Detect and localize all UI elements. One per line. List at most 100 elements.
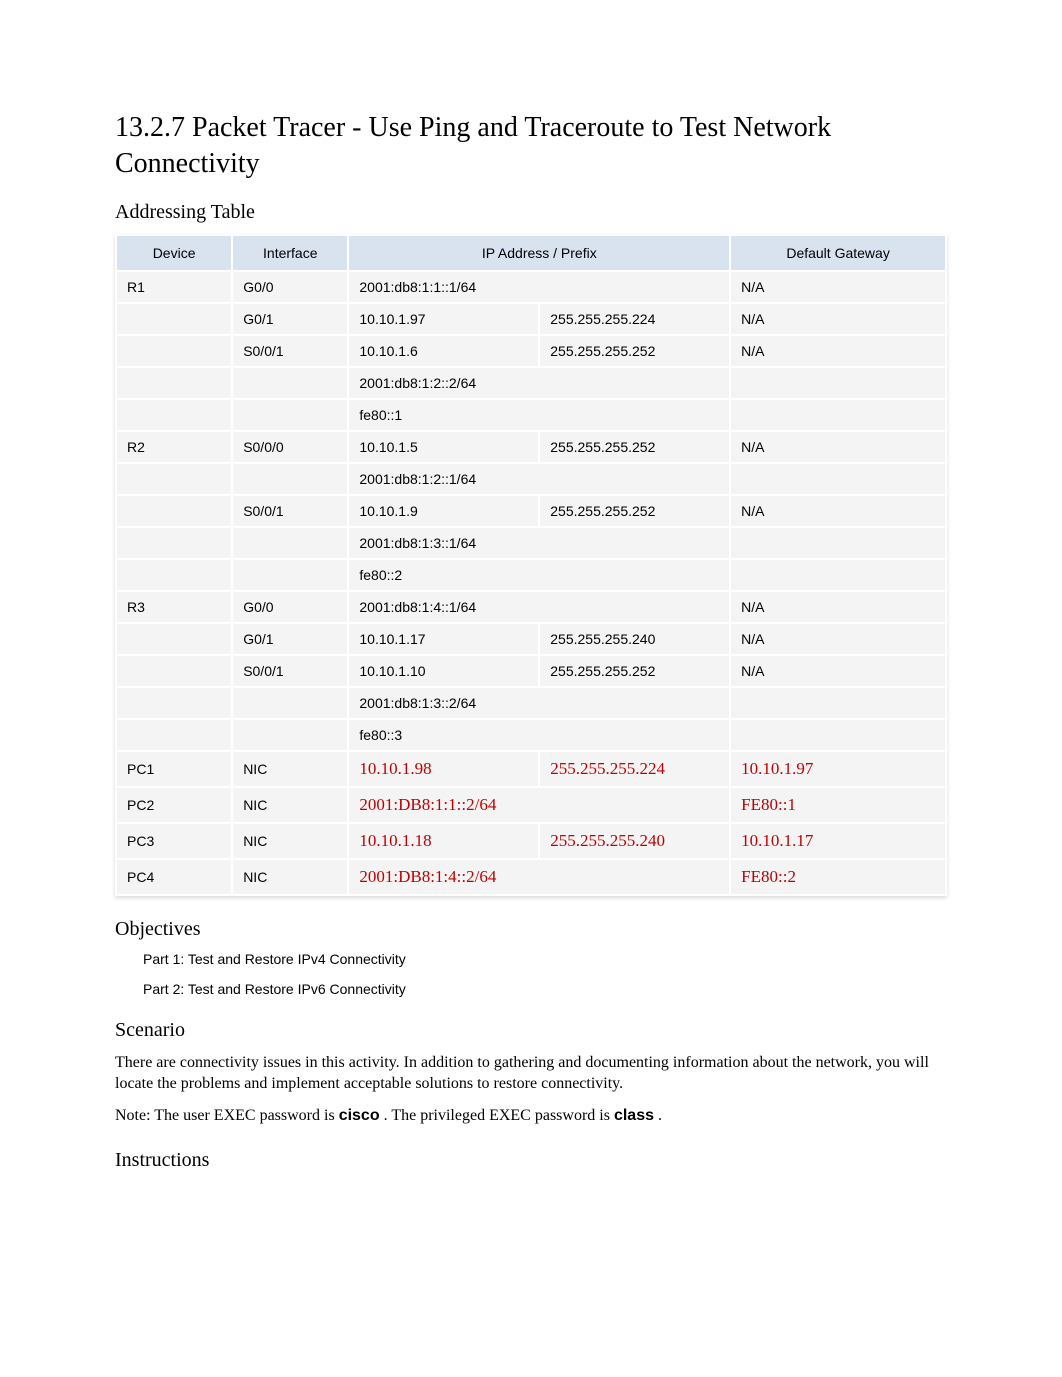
cell-ip-address: fe80::2 xyxy=(348,559,730,591)
table-row: 2001:db8:1:3::1/64 xyxy=(116,527,946,559)
cell-gateway: N/A xyxy=(730,655,946,687)
cell-gateway: N/A xyxy=(730,303,946,335)
cell-ip-address: fe80::3 xyxy=(348,719,730,751)
objectives-list: Part 1: Test and Restore IPv4 Connectivi… xyxy=(143,951,947,997)
cell-interface xyxy=(232,719,348,751)
cell-device xyxy=(116,399,232,431)
cell-interface: NIC xyxy=(232,859,348,895)
cell-interface: NIC xyxy=(232,823,348,859)
cell-subnet-mask: 255.255.255.224 xyxy=(539,303,730,335)
page-title: 13.2.7 Packet Tracer - Use Ping and Trac… xyxy=(115,110,947,183)
cell-ip-address: 10.10.1.10 xyxy=(348,655,539,687)
cell-gateway: 10.10.1.17 xyxy=(730,823,946,859)
table-row: R3G0/02001:db8:1:4::1/64N/A xyxy=(116,591,946,623)
table-row: S0/0/110.10.1.9255.255.255.252N/A xyxy=(116,495,946,527)
cell-gateway: N/A xyxy=(730,495,946,527)
section-instructions: Instructions xyxy=(115,1149,947,1172)
addressing-table: Device Interface IP Address / Prefix Def… xyxy=(115,234,947,896)
table-row: 2001:db8:1:3::2/64 xyxy=(116,687,946,719)
table-row: G0/110.10.1.97255.255.255.224N/A xyxy=(116,303,946,335)
scenario-text: There are connectivity issues in this ac… xyxy=(115,1052,947,1095)
cell-subnet-mask: 255.255.255.252 xyxy=(539,495,730,527)
cell-subnet-mask: 255.255.255.224 xyxy=(539,751,730,787)
cell-ip-address: 10.10.1.9 xyxy=(348,495,539,527)
scenario-note: Note: The user EXEC password is cisco . … xyxy=(115,1105,947,1127)
cell-device: R1 xyxy=(116,271,232,303)
cell-device: R2 xyxy=(116,431,232,463)
cell-device: PC4 xyxy=(116,859,232,895)
table-row: S0/0/110.10.1.6255.255.255.252N/A xyxy=(116,335,946,367)
section-scenario: Scenario xyxy=(115,1019,947,1042)
col-ip-prefix: IP Address / Prefix xyxy=(348,235,730,271)
cell-gateway: N/A xyxy=(730,591,946,623)
cell-device xyxy=(116,719,232,751)
cell-device xyxy=(116,655,232,687)
note-mid: . The privileged EXEC password is xyxy=(384,1107,614,1124)
table-row: PC4NIC2001:DB8:1:4::2/64FE80::2 xyxy=(116,859,946,895)
table-row: S0/0/110.10.1.10255.255.255.252N/A xyxy=(116,655,946,687)
cell-gateway xyxy=(730,399,946,431)
cell-device: R3 xyxy=(116,591,232,623)
note-end: . xyxy=(658,1107,662,1124)
cell-gateway: N/A xyxy=(730,271,946,303)
table-row: R1G0/02001:db8:1:1::1/64N/A xyxy=(116,271,946,303)
col-interface: Interface xyxy=(232,235,348,271)
cell-gateway xyxy=(730,719,946,751)
password-priv-exec: class xyxy=(614,1107,654,1124)
password-user-exec: cisco xyxy=(339,1107,380,1124)
cell-ip-address: 2001:db8:1:4::1/64 xyxy=(348,591,730,623)
cell-interface xyxy=(232,463,348,495)
document-page: 13.2.7 Packet Tracer - Use Ping and Trac… xyxy=(0,0,1062,1242)
cell-gateway xyxy=(730,559,946,591)
cell-interface xyxy=(232,687,348,719)
table-row: R2S0/0/010.10.1.5255.255.255.252N/A xyxy=(116,431,946,463)
col-device: Device xyxy=(116,235,232,271)
cell-interface xyxy=(232,559,348,591)
cell-interface: G0/0 xyxy=(232,591,348,623)
cell-interface: NIC xyxy=(232,787,348,823)
cell-device xyxy=(116,623,232,655)
cell-device: PC2 xyxy=(116,787,232,823)
cell-device xyxy=(116,559,232,591)
cell-ip-address: 2001:DB8:1:1::2/64 xyxy=(348,787,730,823)
table-row: 2001:db8:1:2::2/64 xyxy=(116,367,946,399)
cell-ip-address: 2001:db8:1:2::2/64 xyxy=(348,367,730,399)
cell-ip-address: 2001:db8:1:2::1/64 xyxy=(348,463,730,495)
section-addressing-table: Addressing Table xyxy=(115,201,947,224)
cell-ip-address: 10.10.1.98 xyxy=(348,751,539,787)
col-gateway: Default Gateway xyxy=(730,235,946,271)
cell-interface xyxy=(232,367,348,399)
cell-ip-address: 2001:db8:1:1::1/64 xyxy=(348,271,730,303)
cell-gateway: N/A xyxy=(730,335,946,367)
cell-gateway: FE80::2 xyxy=(730,859,946,895)
cell-device xyxy=(116,527,232,559)
cell-interface: NIC xyxy=(232,751,348,787)
cell-interface xyxy=(232,527,348,559)
objective-part2: Part 2: Test and Restore IPv6 Connectivi… xyxy=(143,981,947,997)
cell-ip-address: 10.10.1.6 xyxy=(348,335,539,367)
table-row: fe80::3 xyxy=(116,719,946,751)
cell-subnet-mask: 255.255.255.252 xyxy=(539,335,730,367)
cell-interface: S0/0/1 xyxy=(232,335,348,367)
cell-gateway xyxy=(730,527,946,559)
cell-device: PC3 xyxy=(116,823,232,859)
note-label: Note: xyxy=(115,1107,151,1124)
table-row: PC2NIC2001:DB8:1:1::2/64FE80::1 xyxy=(116,787,946,823)
cell-subnet-mask: 255.255.255.252 xyxy=(539,655,730,687)
cell-ip-address: 2001:db8:1:3::2/64 xyxy=(348,687,730,719)
cell-ip-address: 2001:db8:1:3::1/64 xyxy=(348,527,730,559)
cell-gateway: N/A xyxy=(730,623,946,655)
cell-device: PC1 xyxy=(116,751,232,787)
cell-ip-address: 2001:DB8:1:4::2/64 xyxy=(348,859,730,895)
cell-gateway: 10.10.1.97 xyxy=(730,751,946,787)
cell-ip-address: 10.10.1.18 xyxy=(348,823,539,859)
section-objectives: Objectives xyxy=(115,918,947,941)
cell-ip-address: 10.10.1.97 xyxy=(348,303,539,335)
cell-interface xyxy=(232,399,348,431)
table-row: PC3NIC10.10.1.18255.255.255.24010.10.1.1… xyxy=(116,823,946,859)
cell-interface: G0/1 xyxy=(232,303,348,335)
cell-interface: S0/0/0 xyxy=(232,431,348,463)
table-row: fe80::1 xyxy=(116,399,946,431)
cell-device xyxy=(116,303,232,335)
note-pre: The user EXEC password is xyxy=(154,1107,338,1124)
